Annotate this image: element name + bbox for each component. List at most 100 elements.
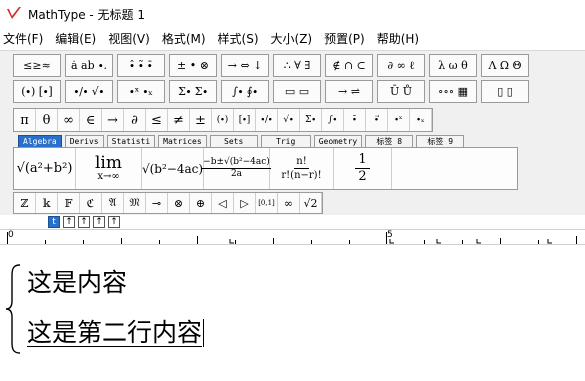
scripts-palette-button[interactable]: ∙ˣ ∙ₓ (117, 80, 165, 103)
nav-button-5[interactable]: ↑ (108, 216, 120, 228)
left-triangle-symbol-button[interactable]: ◁ (212, 193, 234, 213)
double-f-symbol-button[interactable]: 𝔽 (58, 193, 80, 213)
integrals-palette-button[interactable]: ∫∙ ∮∙ (221, 80, 269, 103)
bars-palette-button[interactable]: ▭ ▭ (273, 80, 321, 103)
arrows-palette-button[interactable]: → ⇔ ↓ (221, 54, 269, 77)
greek-upper-palette-button[interactable]: Λ Ω Θ (481, 54, 529, 77)
sqrt-template-button[interactable]: √∙ (278, 109, 300, 131)
operators-palette-icon: ± • ⊗ (177, 59, 209, 72)
fractions-radicals-palette-icon: ∙/∙ √∙ (73, 85, 105, 98)
tab-statistics[interactable]: Statisti (106, 135, 156, 147)
equation-line-2[interactable]: 这是第二行内容 (27, 313, 205, 349)
template-combination[interactable]: n! r!(n−r)! (270, 148, 334, 189)
tab-algebra[interactable]: Algebra (18, 135, 62, 147)
set-theory-palette-button[interactable]: ∉ ∩ ⊂ (325, 54, 373, 77)
template-quadratic[interactable]: −b±√(b²−4ac) 2a (202, 148, 271, 189)
template-limit[interactable]: lim x→∞ (76, 148, 142, 189)
template-quadratic-top: −b±√(b²−4ac) (202, 157, 271, 169)
menu-view[interactable]: 视图(V) (102, 29, 156, 49)
circled-plus-symbol-button[interactable]: ⊕ (190, 193, 212, 213)
nav-button-2[interactable]: ↑ (63, 216, 75, 228)
fraktur-c-symbol-button[interactable]: ℭ (80, 193, 102, 213)
right-arrow-icon: → (107, 112, 118, 128)
infinity-small-symbol-button[interactable]: ∞ (278, 193, 300, 213)
logic-palette-button[interactable]: ∴ ∀ ∃ (273, 54, 321, 77)
sum-template-button[interactable]: Σ∙ (300, 109, 322, 131)
right-arrow-symbol-button[interactable]: → (102, 109, 124, 131)
menu-file[interactable]: 文件(F) (0, 29, 49, 49)
menu-edit[interactable]: 编辑(E) (49, 29, 102, 49)
theta-symbol-button[interactable]: θ (36, 109, 58, 131)
relations-palette-button[interactable]: ≤≥≈ (13, 54, 61, 77)
pi-symbol-button[interactable]: π (14, 109, 36, 131)
overbar-template-button[interactable]: ∙̄ (344, 109, 366, 131)
integers-symbol-button[interactable]: ℤ (14, 193, 36, 213)
operators-palette-button[interactable]: ± • ⊗ (169, 54, 217, 77)
menu-format[interactable]: 格式(M) (156, 29, 212, 49)
equation-editor[interactable]: 这是内容 这是第二行内容 (0, 245, 585, 381)
equation-line-1[interactable]: 这是内容 (27, 263, 127, 299)
less-equal-symbol-button[interactable]: ≤ (146, 109, 168, 131)
template-half[interactable]: 1 2 (334, 148, 392, 189)
partial-symbol-button[interactable]: ∂ (124, 109, 146, 131)
menu-size[interactable]: 大小(Z) (265, 29, 319, 49)
boxes-palette-button[interactable]: ▯ ▯ (481, 80, 529, 103)
nav-button-4[interactable]: ↑ (93, 216, 105, 228)
tab-trig[interactable]: Trig (260, 135, 311, 147)
tab-sets[interactable]: Sets (209, 135, 258, 147)
greek-lower-palette-button[interactable]: λ ω θ (429, 54, 477, 77)
brackets-template-button[interactable]: [∙] (234, 109, 256, 131)
menu-preferences[interactable]: 预置(P) (318, 29, 371, 49)
tab-matrices[interactable]: Matrices (158, 135, 207, 147)
fraktur-m-symbol-button[interactable]: 𝔐 (124, 193, 146, 213)
subscript-template-button[interactable]: ∙ₓ (410, 109, 432, 131)
nav-button-3[interactable]: ↑ (78, 216, 90, 228)
menu-style[interactable]: 样式(S) (212, 29, 265, 49)
sqrt2-template-button[interactable]: √2 (300, 193, 322, 213)
fraktur-a-icon: 𝔄 (108, 196, 117, 209)
tab-label-8[interactable]: 标签 8 (365, 135, 414, 147)
integral-template-button[interactable]: ∫∙ (322, 109, 344, 131)
interval-template-button[interactable]: [0,1] (256, 193, 278, 213)
circled-times-symbol-button[interactable]: ⊗ (168, 193, 190, 213)
not-equal-symbol-button[interactable]: ≠ (168, 109, 190, 131)
element-of-symbol-button[interactable]: ∈ (80, 109, 102, 131)
matrices-palette-icon: ∘∘∘ ▦ (437, 85, 469, 98)
matrices-palette-button[interactable]: ∘∘∘ ▦ (429, 80, 477, 103)
template-discriminant[interactable]: √(b²−4ac) (142, 148, 204, 189)
summations-palette-button[interactable]: Σ∙ Σ∙ (169, 80, 217, 103)
vector-template-button[interactable]: ∙⃗ (366, 109, 388, 131)
fractions-radicals-palette-button[interactable]: ∙/∙ √∙ (65, 80, 113, 103)
embellishments-palette-button[interactable]: ∙̂ ∙̃ ∙̄ (117, 54, 165, 77)
embellishments-palette-icon: ∙̂ ∙̃ ∙̄ (129, 59, 153, 72)
multimap-symbol-button[interactable]: ⊸ (146, 193, 168, 213)
parens-icon: (∙) (216, 115, 229, 125)
right-triangle-symbol-button[interactable]: ▷ (234, 193, 256, 213)
labeled-arrows-palette-button[interactable]: → ⇌ (325, 80, 373, 103)
greek-lower-palette-icon: λ ω θ (438, 59, 468, 72)
tab-geometry[interactable]: Geometry (313, 135, 363, 147)
brackets-icon: [∙] (238, 115, 251, 125)
infinity-symbol-button[interactable]: ∞ (58, 109, 80, 131)
left-brace-icon (5, 264, 21, 354)
parens-template-button[interactable]: (∙) (212, 109, 234, 131)
text-cursor (203, 319, 205, 347)
tab-derivs[interactable]: Derivs (64, 135, 104, 147)
plus-minus-symbol-button[interactable]: ± (190, 109, 212, 131)
superscript-template-button[interactable]: ∙ˣ (388, 109, 410, 131)
nav-bar: t ↑ ↑ ↑ ↑ (0, 215, 585, 229)
field-symbol-button[interactable]: 𝕜 (36, 193, 58, 213)
ruler[interactable]: 0 5 (0, 229, 585, 245)
nav-button-1[interactable]: t (48, 216, 60, 228)
template-pythagoras[interactable]: √(a²+b²) (14, 148, 76, 189)
tab-label-9[interactable]: 标签 9 (416, 135, 465, 147)
labeled-arrows-palette-icon: → ⇌ (338, 85, 360, 98)
fraction-template-button[interactable]: ∙/∙ (256, 109, 278, 131)
fences-palette-button[interactable]: (∙) [∙] (13, 80, 61, 103)
spaces-palette-button[interactable]: ȧ ab ∙. (65, 54, 113, 77)
misc-symbols-palette-button[interactable]: ∂ ∞ ℓ (377, 54, 425, 77)
template-tabs: Algebra Derivs Statisti Matrices Sets Tr… (18, 135, 467, 147)
fraktur-a-symbol-button[interactable]: 𝔄 (102, 193, 124, 213)
menu-help[interactable]: 帮助(H) (371, 29, 425, 49)
products-palette-button[interactable]: Ū Ů (377, 80, 425, 103)
